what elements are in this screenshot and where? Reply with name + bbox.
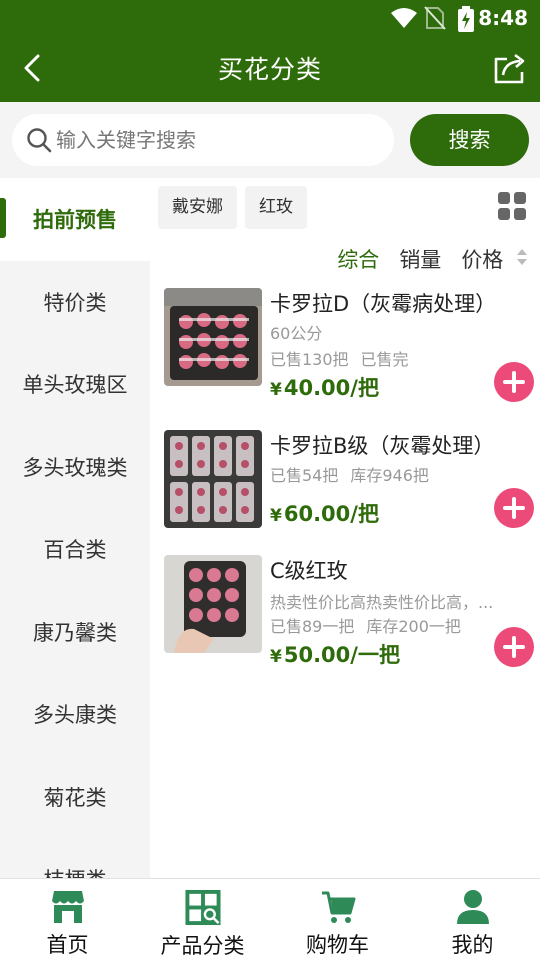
category-sidebar: 拍前预售 特价类 单头玫瑰区 多头玫瑰类 百合类 康乃馨类 多头康类 菊花类 桔… <box>0 178 150 878</box>
sidebar-item-label: 菊花类 <box>43 785 107 810</box>
tag-filters: 戴安娜 红玫 <box>158 186 307 229</box>
app-header: 8:48 买花分类 <box>0 0 540 102</box>
currency-symbol: ¥ <box>270 647 282 667</box>
product-price: ¥50.00/一把 <box>270 639 400 669</box>
product-item[interactable]: C级红玫 热卖性价比高热卖性价比高，... 已售89一把 库存200一把 ¥50.… <box>164 555 534 667</box>
wifi-icon <box>390 6 418 34</box>
sort-sales[interactable]: 销量 <box>399 244 441 274</box>
sort-bar: 综合 销量 价格 <box>317 244 528 274</box>
product-name: 卡罗拉D（灰霉病处理） <box>270 292 497 316</box>
add-to-cart-button[interactable] <box>494 627 534 667</box>
share-icon <box>494 53 525 84</box>
search-box[interactable] <box>12 114 394 166</box>
user-icon <box>456 890 489 924</box>
nav-category-label: 产品分类 <box>160 934 245 958</box>
search-input[interactable] <box>56 122 376 158</box>
product-stats: 已售54把 库存946把 <box>270 462 441 486</box>
sidebar-item-label: 康乃馨类 <box>33 620 117 645</box>
product-item[interactable]: 卡罗拉D（灰霉病处理） 60公分 已售130把 已售完 ¥40.00/把 <box>164 288 534 402</box>
sidebar-item-label: 多头康类 <box>33 703 117 728</box>
nav-mine[interactable]: 我的 <box>405 879 540 960</box>
sidebar-item-multi-rose[interactable]: 多头玫瑰类 <box>0 426 150 509</box>
currency-symbol: ¥ <box>270 380 282 400</box>
product-image <box>164 555 262 653</box>
no-sim-icon <box>424 6 446 34</box>
sidebar-item-presale[interactable]: 拍前预售 <box>0 178 150 261</box>
nav-cart[interactable]: 购物车 <box>270 879 405 960</box>
product-spec: 60公分 <box>270 324 323 343</box>
search-button[interactable]: 搜索 <box>410 114 529 166</box>
nav-category[interactable]: 产品分类 <box>135 879 270 960</box>
search-bar: 搜索 <box>0 102 540 178</box>
product-stock: 库存946把 <box>350 466 429 485</box>
sidebar-item-multi-carnation[interactable]: 多头康类 <box>0 673 150 756</box>
sidebar-item-single-rose[interactable]: 单头玫瑰区 <box>0 343 150 426</box>
status-bar: 8:48 <box>0 0 540 36</box>
grid-view-toggle[interactable] <box>498 192 526 224</box>
tag-diana[interactable]: 戴安娜 <box>158 186 237 229</box>
sidebar-item-label: 单头玫瑰区 <box>22 373 128 398</box>
status-time: 8:48 <box>478 6 528 30</box>
battery-charging-icon <box>456 6 476 36</box>
add-to-cart-button[interactable] <box>494 488 534 528</box>
product-stock: 已售完 <box>360 350 409 369</box>
sidebar-item-carnation[interactable]: 康乃馨类 <box>0 591 150 674</box>
sidebar-item-label: 百合类 <box>43 538 107 563</box>
nav-home[interactable]: 首页 <box>0 879 135 960</box>
grid-view-icon <box>498 192 526 220</box>
add-to-cart-button[interactable] <box>494 362 534 402</box>
product-description: 热卖性价比高热卖性价比高，... <box>270 593 494 612</box>
product-price: ¥60.00/把 <box>270 498 379 528</box>
product-stock: 库存200一把 <box>366 617 461 636</box>
product-image <box>164 430 262 528</box>
nav-mine-label: 我的 <box>451 933 494 957</box>
sidebar-item-label: 拍前预售 <box>33 208 117 233</box>
product-item[interactable]: 卡罗拉B级（灰霉处理） 已售54把 库存946把 ¥60.00/把 <box>164 430 534 530</box>
product-panel: 戴安娜 红玫 综合 销量 价格 卡罗拉D（灰霉病处理） 60公分 已售130把 … <box>150 178 540 878</box>
price-value: 40.00/把 <box>283 376 379 400</box>
sidebar-item-eustoma[interactable]: 桔梗类 <box>0 838 150 878</box>
nav-home-label: 首页 <box>46 933 89 957</box>
product-sold: 已售54把 <box>270 466 339 485</box>
product-image <box>164 288 262 386</box>
price-value: 60.00/把 <box>283 502 379 526</box>
product-name: C级红玫 <box>270 559 348 583</box>
product-stats: 已售130把 已售完 <box>270 346 421 370</box>
sort-price[interactable]: 价格 <box>461 244 528 274</box>
share-button[interactable] <box>492 50 528 86</box>
store-icon <box>51 891 84 923</box>
product-stats: 已售89一把 库存200一把 <box>270 613 473 637</box>
tag-red-rose[interactable]: 红玫 <box>245 186 307 229</box>
category-icon <box>184 889 221 926</box>
sidebar-item-label: 特价类 <box>43 290 107 315</box>
sidebar-item-lily[interactable]: 百合类 <box>0 508 150 591</box>
product-price: ¥40.00/把 <box>270 372 379 402</box>
sidebar-item-label: 桔梗类 <box>44 864 107 878</box>
bottom-nav: 首页 产品分类 购物车 我的 <box>0 878 540 960</box>
price-value: 50.00/一把 <box>283 643 400 667</box>
sort-price-label: 价格 <box>461 248 504 272</box>
product-name: 卡罗拉B级（灰霉处理） <box>270 434 495 458</box>
sidebar-item-label: 多头玫瑰类 <box>22 455 128 480</box>
cart-icon <box>321 891 355 923</box>
sort-comprehensive[interactable]: 综合 <box>337 244 379 274</box>
product-sold: 已售130把 <box>270 350 349 369</box>
title-bar: 买花分类 <box>0 36 540 102</box>
search-icon <box>26 127 52 157</box>
currency-symbol: ¥ <box>270 506 282 526</box>
sidebar-item-special-price[interactable]: 特价类 <box>0 261 150 344</box>
product-sold: 已售89一把 <box>270 617 355 636</box>
page-title: 买花分类 <box>217 55 322 84</box>
sidebar-item-chrysanthemum[interactable]: 菊花类 <box>0 756 150 839</box>
sort-arrows-icon <box>516 247 528 267</box>
nav-cart-label: 购物车 <box>306 933 369 957</box>
